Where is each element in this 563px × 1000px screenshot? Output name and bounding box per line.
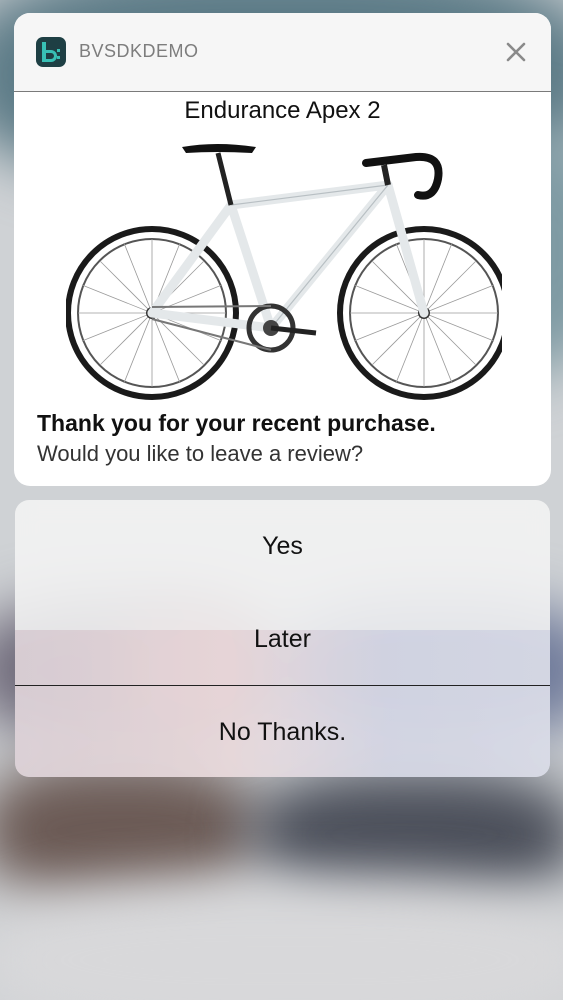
no-thanks-button[interactable]: No Thanks. (15, 685, 550, 777)
app-name: BVSDKDEMO (79, 41, 199, 61)
later-button[interactable]: Later (15, 592, 550, 685)
yes-button[interactable]: Yes (15, 500, 550, 592)
bvsdk-app-icon (36, 37, 66, 67)
notification-header: BVSDKDEMO (14, 13, 551, 92)
message-body: Would you like to leave a review? (37, 441, 364, 466)
road-bike-image (66, 144, 502, 400)
close-button[interactable] (501, 37, 531, 67)
action-sheet: Yes Later No Thanks. (15, 500, 550, 777)
close-icon (506, 42, 526, 62)
notification-card[interactable]: BVSDKDEMO Endurance Apex 2 Thank you for… (14, 13, 551, 486)
product-title: Endurance Apex 2 (184, 97, 381, 124)
message-title: Thank you for your recent purchase. (37, 410, 436, 436)
